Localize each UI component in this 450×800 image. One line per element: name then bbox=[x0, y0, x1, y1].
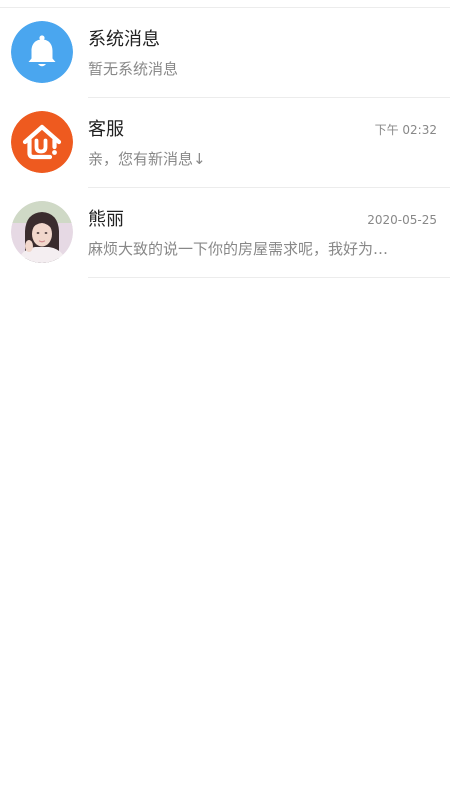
conversation-list: 系统消息 暂无系统消息 客服 下午 02:32 亲，您有新消息↓ 熊丽 2020… bbox=[0, 8, 450, 278]
house-logo-icon bbox=[11, 111, 73, 173]
item-divider bbox=[88, 277, 450, 278]
conversation-item-system[interactable]: 系统消息 暂无系统消息 bbox=[0, 8, 450, 98]
conversation-item-customer-service[interactable]: 客服 下午 02:32 亲，您有新消息↓ bbox=[0, 98, 450, 188]
conversation-item-user[interactable]: 熊丽 2020-05-25 麻烦大致的说一下你的房屋需求呢，我好为… bbox=[0, 188, 450, 278]
conversation-time: 2020-05-25 bbox=[367, 213, 437, 227]
conversation-preview: 亲，您有新消息↓ bbox=[88, 150, 206, 168]
conversation-name: 熊丽 bbox=[88, 209, 124, 230]
conversation-name: 系统消息 bbox=[88, 29, 160, 50]
conversation-name: 客服 bbox=[88, 119, 124, 140]
conversation-preview: 暂无系统消息 bbox=[88, 60, 179, 78]
user-avatar-photo bbox=[11, 201, 73, 263]
conversation-preview: 麻烦大致的说一下你的房屋需求呢，我好为… bbox=[88, 240, 389, 258]
conversation-time: 下午 02:32 bbox=[374, 123, 437, 137]
bell-icon bbox=[11, 21, 73, 83]
